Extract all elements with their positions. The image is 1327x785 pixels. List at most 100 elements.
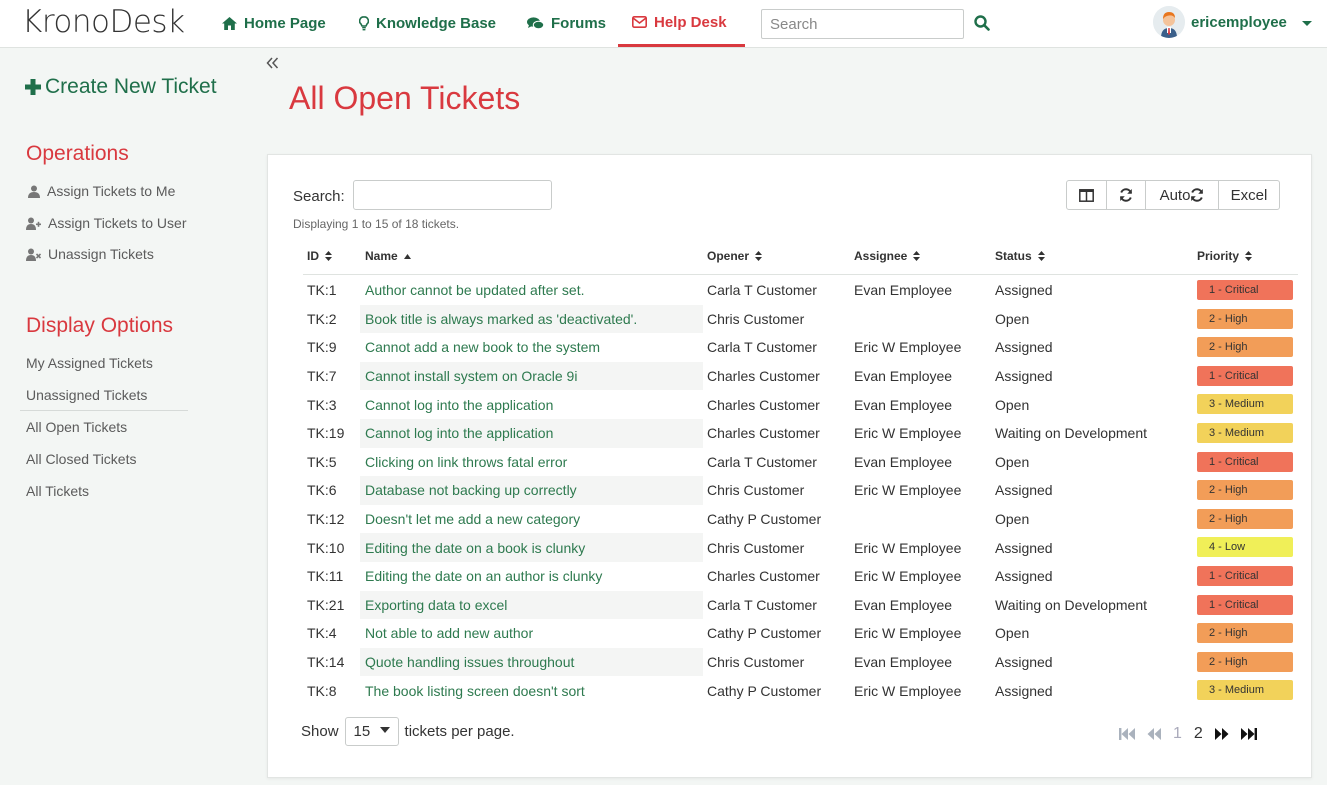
- nav-help-desk[interactable]: Help Desk: [618, 0, 745, 47]
- cell-opener: Cathy P Customer: [707, 625, 822, 642]
- sidebar-item-all-open-tickets[interactable]: All Open Tickets: [26, 419, 127, 435]
- cell-status: Waiting on Development: [995, 425, 1148, 442]
- sidebar-item-all-tickets[interactable]: All Tickets: [26, 483, 89, 499]
- table-row[interactable]: TK:5 Clicking on link throws fatal error C…: [303, 448, 1298, 477]
- table-row[interactable]: TK:8 The book listing screen doesn't sort…: [303, 676, 1298, 705]
- page-title: All Open Tickets: [289, 80, 521, 116]
- table-row[interactable]: TK:1 Author cannot be updated after set. C…: [303, 276, 1298, 305]
- table-row[interactable]: TK:3 Cannot log into the application Charl…: [303, 390, 1298, 419]
- sidebar-item-assign-tickets-to-me[interactable]: Assign Tickets to Me: [28, 183, 175, 199]
- col-header-priority[interactable]: Priority: [1197, 247, 1253, 265]
- sort-icon: [913, 251, 921, 261]
- ticket-name-link[interactable]: The book listing screen doesn't sort: [365, 676, 585, 705]
- priority-badge: 2 - High: [1197, 308, 1293, 329]
- table-row[interactable]: TK:14 Quote handling issues throughout Chr…: [303, 647, 1298, 677]
- table-row[interactable]: TK:4 Not able to add new author Cathy P Cu…: [303, 619, 1298, 648]
- nav-home-page[interactable]: Home Page: [222, 0, 326, 46]
- table-row[interactable]: TK:12 Doesn't let me add a new category Ca…: [303, 505, 1298, 534]
- table-toolbar: Auto Excel: [1066, 180, 1280, 210]
- next-page-icon[interactable]: [1214, 728, 1229, 740]
- search-button[interactable]: [974, 15, 990, 34]
- col-header-name[interactable]: Name: [365, 247, 411, 265]
- refresh-icon: [1120, 188, 1132, 202]
- ticket-name-link[interactable]: Database not backing up correctly: [365, 476, 577, 505]
- ticket-name-link[interactable]: Editing the date on a book is clunky: [365, 533, 585, 562]
- nav-knowledge-base[interactable]: Knowledge Base: [359, 0, 496, 46]
- first-page-icon[interactable]: [1119, 728, 1135, 740]
- refresh-button[interactable]: [1107, 181, 1146, 209]
- table-row[interactable]: TK:7 Cannot install system on Oracle 9i Ch…: [303, 361, 1298, 391]
- priority-badge: 2 - High: [1197, 508, 1293, 529]
- ticket-name-link[interactable]: Book title is always marked as 'deactiva…: [365, 305, 637, 334]
- user-plus-icon: [26, 217, 41, 230]
- table-row[interactable]: TK:11 Editing the date on an author is cl…: [303, 562, 1298, 591]
- previous-page-icon[interactable]: [1147, 728, 1161, 740]
- sidebar-divider: [20, 410, 188, 411]
- col-header-label: Opener: [707, 249, 750, 263]
- col-header-opener[interactable]: Opener: [707, 247, 763, 265]
- page-size-select[interactable]: 15: [344, 717, 399, 746]
- ticket-name-link[interactable]: Editing the date on an author is clunky: [365, 562, 602, 591]
- cell-id: TK:2: [307, 310, 337, 327]
- sort-icon: [1245, 251, 1253, 261]
- ticket-name-link[interactable]: Doesn't let me add a new category: [365, 505, 580, 534]
- create-new-ticket-button[interactable]: Create New Ticket: [25, 75, 217, 99]
- cell-opener: Chris Customer: [707, 482, 805, 499]
- cell-assignee: Evan Employee: [854, 453, 953, 470]
- sidebar-item-unassign-tickets[interactable]: Unassign Tickets: [26, 246, 154, 262]
- columns-button[interactable]: [1067, 181, 1107, 209]
- col-header-id[interactable]: ID: [307, 247, 332, 265]
- page-2-link[interactable]: 2: [1194, 725, 1203, 743]
- col-header-status[interactable]: Status: [995, 247, 1045, 265]
- ticket-name-link[interactable]: Author cannot be updated after set.: [365, 276, 585, 305]
- cell-opener: Carla T Customer: [707, 596, 817, 613]
- table-row[interactable]: TK:10 Editing the date on a book is clunk…: [303, 533, 1298, 562]
- table-body: TK:1 Author cannot be updated after set. C…: [303, 276, 1298, 705]
- ticket-name-link[interactable]: Not able to add new author: [365, 619, 533, 648]
- ticket-name-link[interactable]: Cannot log into the application: [365, 390, 553, 419]
- excel-export-button[interactable]: Excel: [1219, 181, 1279, 209]
- cell-opener: Carla T Customer: [707, 339, 817, 356]
- logo-text-krono: Krono: [22, 4, 110, 40]
- home-icon: [222, 16, 237, 30]
- krono-desk-logo[interactable]: KronoDesk: [22, 4, 185, 40]
- plus-icon: [25, 79, 41, 95]
- ticket-name-link[interactable]: Exporting data to excel: [365, 591, 507, 620]
- col-header-assignee[interactable]: Assignee: [854, 247, 921, 265]
- table-row[interactable]: TK:21 Exporting data to excel Carla T Cust…: [303, 590, 1298, 620]
- cell-id: TK:8: [307, 682, 337, 699]
- refresh-icon: [1191, 188, 1204, 202]
- cell-assignee: Eric W Employee: [854, 425, 962, 442]
- global-search-input[interactable]: [761, 9, 964, 39]
- table-row[interactable]: TK:9 Cannot add a new book to the system C…: [303, 333, 1298, 362]
- table-header: ID Name Opener Assignee Status Priority: [303, 247, 1298, 275]
- table-row[interactable]: TK:2 Book title is always marked as 'deac…: [303, 304, 1298, 334]
- table-search-input[interactable]: [353, 180, 552, 210]
- chevron-down-icon[interactable]: [1302, 21, 1312, 26]
- table-row[interactable]: TK:6 Database not backing up correctly Chr…: [303, 476, 1298, 505]
- user-menu[interactable]: ericemployee: [1153, 6, 1287, 38]
- ticket-name-link[interactable]: Cannot add a new book to the system: [365, 333, 600, 362]
- sidebar-item-unassigned-tickets[interactable]: Unassigned Tickets: [26, 387, 147, 403]
- cell-opener: Charles Customer: [707, 396, 820, 413]
- page-size-value: 15: [353, 723, 371, 740]
- sidebar-item-all-closed-tickets[interactable]: All Closed Tickets: [26, 451, 136, 467]
- ticket-name-link[interactable]: Quote handling issues throughout: [365, 648, 574, 677]
- priority-badge: 3 - Medium: [1197, 422, 1293, 443]
- auto-refresh-button[interactable]: Auto: [1146, 181, 1219, 209]
- cell-opener: Chris Customer: [707, 310, 805, 327]
- table-row[interactable]: TK:19 Cannot log into the application Char…: [303, 418, 1298, 448]
- cell-assignee: Evan Employee: [854, 282, 953, 299]
- collapse-sidebar-button[interactable]: [266, 56, 279, 74]
- sidebar-item-assign-tickets-to-user[interactable]: Assign Tickets to User: [26, 215, 187, 231]
- cell-id: TK:4: [307, 625, 337, 642]
- last-page-icon[interactable]: [1240, 728, 1257, 740]
- page-1-link[interactable]: 1: [1173, 725, 1182, 743]
- ticket-name-link[interactable]: Cannot install system on Oracle 9i: [365, 362, 577, 391]
- priority-badge: 1 - Critical: [1197, 280, 1293, 300]
- ticket-name-link[interactable]: Cannot log into the application: [365, 419, 553, 448]
- ticket-name-link[interactable]: Clicking on link throws fatal error: [365, 448, 567, 477]
- nav-forums[interactable]: Forums: [527, 0, 606, 46]
- sidebar-item-my-assigned-tickets[interactable]: My Assigned Tickets: [26, 355, 153, 371]
- lightbulb-icon: [359, 15, 369, 30]
